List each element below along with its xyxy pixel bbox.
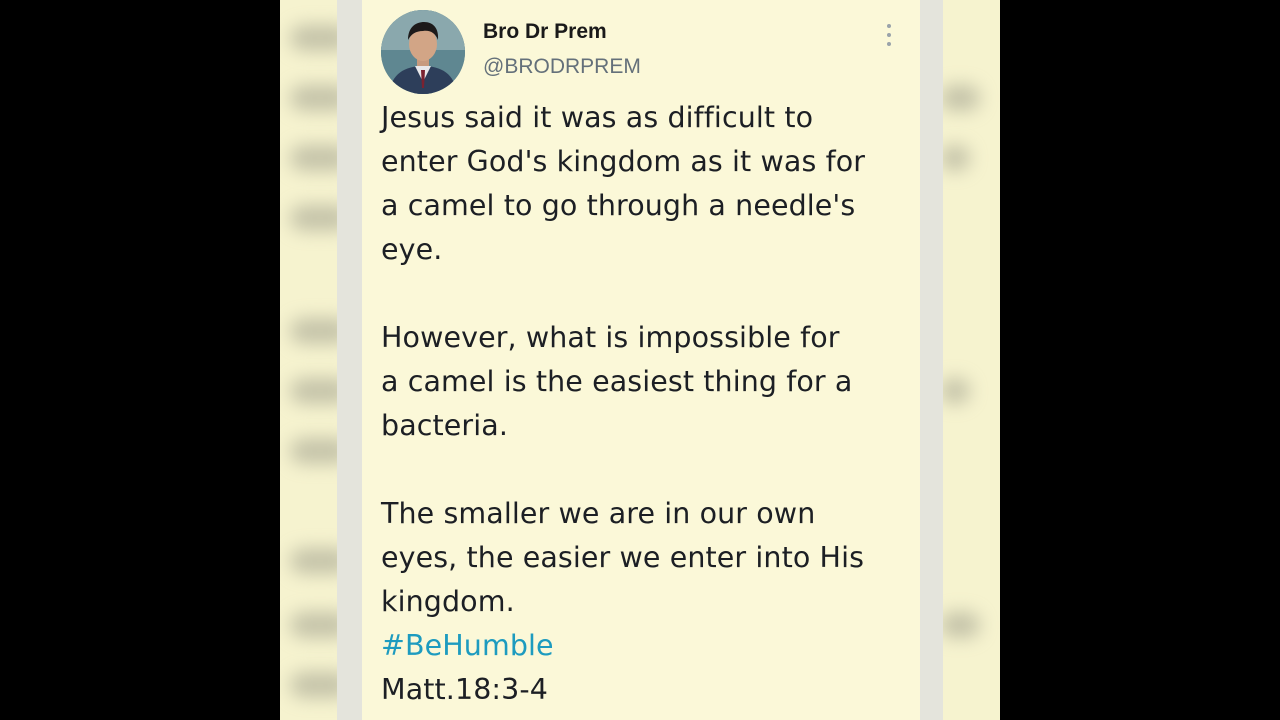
hashtag-link[interactable]: #BeHumble xyxy=(381,624,911,668)
more-vertical-icon[interactable] xyxy=(878,22,900,48)
tweet-text: Jesus said it was as difficult to enter … xyxy=(381,96,911,712)
video-frame: Bro Dr Prem @BRODRPREM Jesus said it was… xyxy=(0,0,1280,720)
tweet-paragraph-1: Jesus said it was as difficult to enter … xyxy=(381,101,866,266)
profile-photo xyxy=(381,10,465,94)
tweet-paragraph-2: However, what is impossible for a camel … xyxy=(381,321,853,442)
user-handle[interactable]: @BRODRPREM xyxy=(483,55,641,79)
display-name[interactable]: Bro Dr Prem xyxy=(483,20,607,44)
scripture-reference: Matt.18:3-4 xyxy=(381,673,548,706)
tweet-paragraph-3: The smaller we are in our own eyes, the … xyxy=(381,497,865,618)
avatar[interactable] xyxy=(381,10,465,94)
